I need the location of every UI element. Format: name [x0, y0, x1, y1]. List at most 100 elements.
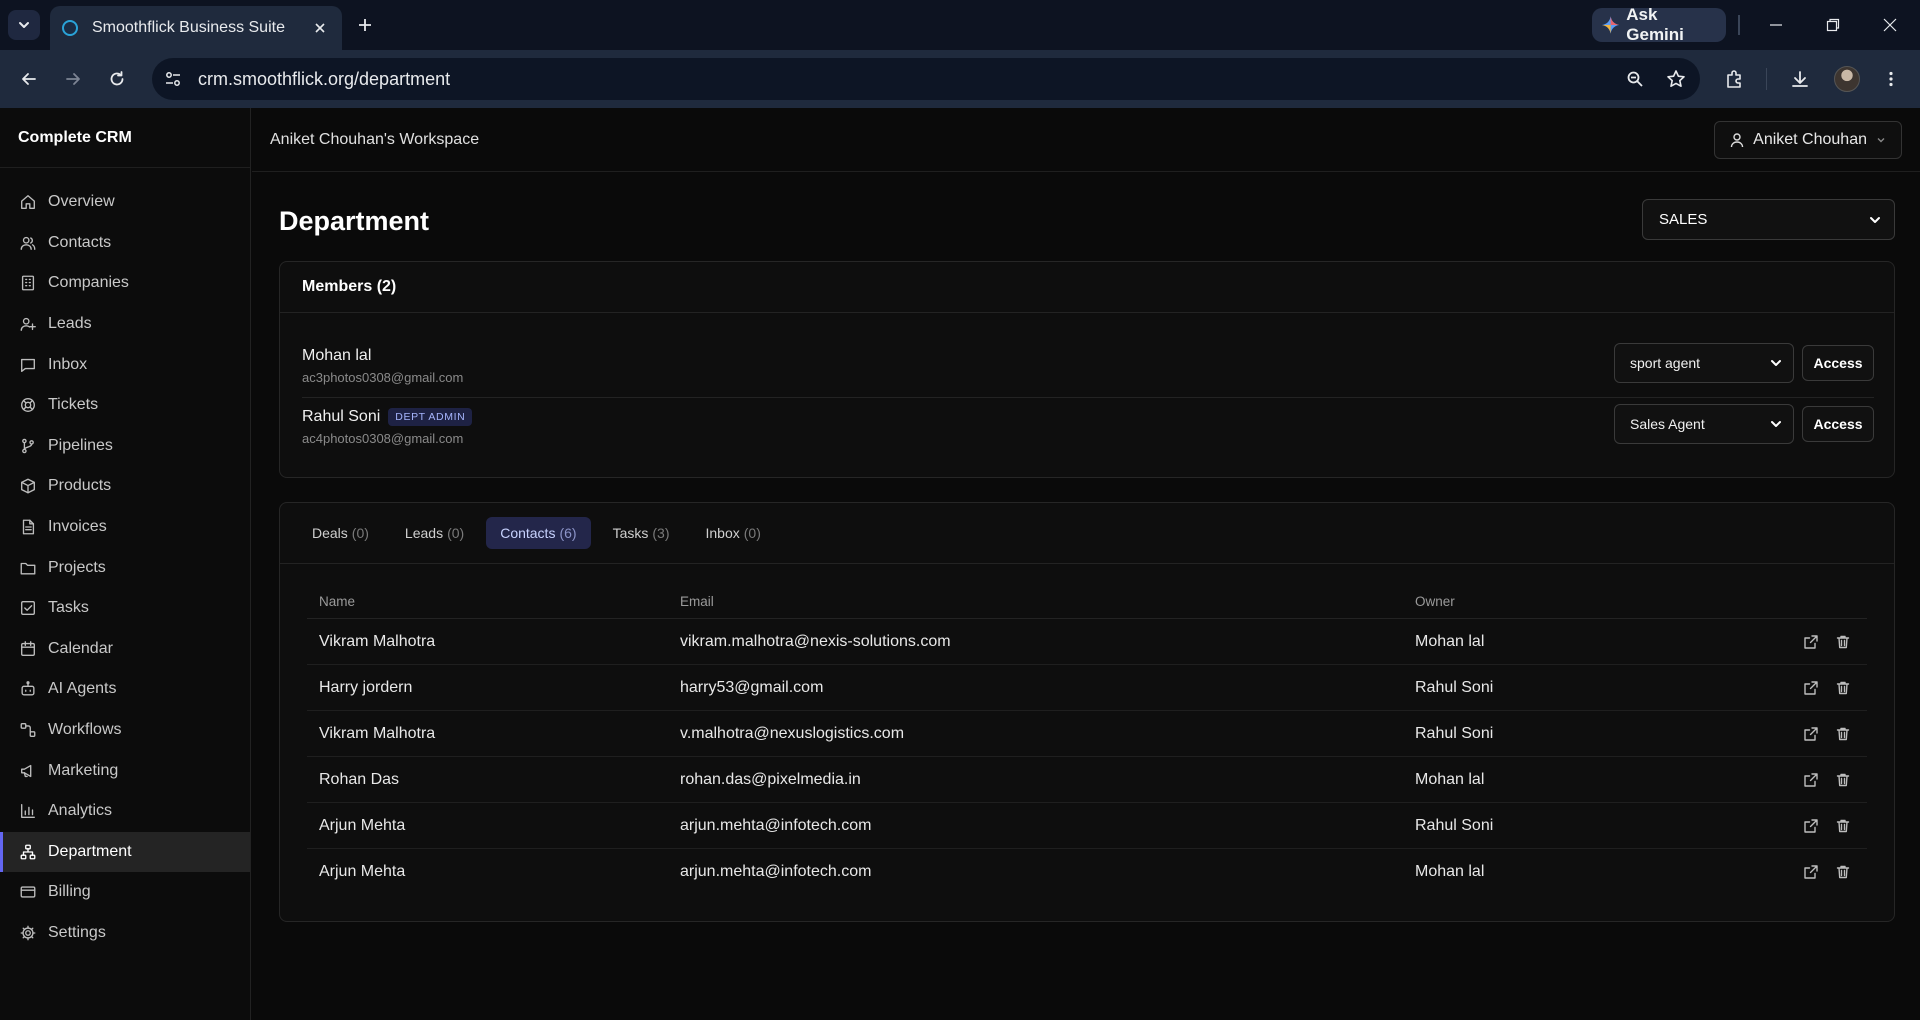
sidebar-item-department[interactable]: Department [0, 831, 250, 873]
sidebar-item-products[interactable]: Products [0, 466, 250, 507]
sidebar-item-leads[interactable]: Leads [0, 304, 250, 345]
bar-chart-icon [18, 801, 38, 821]
minimize-button[interactable] [1756, 10, 1796, 40]
contact-owner: Mohan lal [1415, 863, 1485, 880]
trash-icon[interactable] [1833, 816, 1853, 836]
open-external-icon[interactable] [1801, 816, 1821, 836]
open-external-icon[interactable] [1801, 770, 1821, 790]
extensions-button[interactable] [1720, 64, 1750, 94]
main-content: Aniket Chouhan's Workspace Aniket Chouha… [252, 108, 1920, 1020]
restore-button[interactable] [1813, 10, 1853, 40]
trash-icon[interactable] [1833, 770, 1853, 790]
sidebar-item-label: Billing [48, 883, 91, 901]
profile-button[interactable] [1832, 64, 1862, 94]
sidebar: Complete CRM Overview Contacts Companies Le… [0, 108, 251, 1020]
package-icon [18, 476, 38, 496]
tab-contacts[interactable]: Contacts (6) [486, 517, 591, 549]
table-row[interactable]: Vikram Malhotra vikram.malhotra@nexis-sol… [307, 619, 1867, 665]
sidebar-item-ai-agents[interactable]: AI Agents [0, 669, 250, 710]
workspace-name: Aniket Chouhan's Workspace [270, 130, 480, 148]
sidebar-item-pipelines[interactable]: Pipelines [0, 426, 250, 467]
sidebar-item-tickets[interactable]: Tickets [0, 385, 250, 426]
member-role-select[interactable]: sport agent [1614, 343, 1794, 383]
arrow-right-icon [66, 73, 80, 85]
sidebar-item-label: Settings [48, 923, 106, 941]
sidebar-item-billing[interactable]: Billing [0, 872, 250, 913]
trash-icon[interactable] [1833, 862, 1853, 882]
tab-title: Smoothflick Business Suite [92, 19, 285, 36]
sidebar-item-calendar[interactable]: Calendar [0, 629, 250, 670]
sidebar-item-workflows[interactable]: Workflows [0, 710, 250, 751]
contact-name: Arjun Mehta [319, 816, 406, 834]
sidebar-item-invoices[interactable]: Invoices [0, 507, 250, 548]
tab-leads[interactable]: Leads (0) [391, 517, 478, 549]
downloads-button[interactable] [1785, 64, 1815, 94]
bookmark-star-icon[interactable] [1659, 62, 1693, 96]
member-row: Mohan lal ac3photos0308@gmail.com sport ag… [302, 337, 1874, 397]
trash-icon[interactable] [1833, 632, 1853, 652]
member-access-button[interactable]: Access [1802, 345, 1874, 381]
tab-tasks[interactable]: Tasks (3) [599, 517, 684, 549]
contact-email: arjun.mehta@infotech.com [680, 863, 872, 880]
department-select[interactable]: SALES [1642, 199, 1895, 240]
contact-name: Vikram Malhotra [319, 632, 436, 650]
member-email: ac4photos0308@gmail.com [302, 431, 464, 446]
profile-avatar [1834, 66, 1860, 92]
sidebar-item-settings[interactable]: Settings [0, 913, 250, 954]
browser-menu-button[interactable] [1876, 64, 1906, 94]
sidebar-item-contacts[interactable]: Contacts [0, 223, 250, 264]
trash-icon[interactable] [1833, 678, 1853, 698]
sidebar-item-label: Workflows [48, 721, 122, 739]
forward-button[interactable] [58, 64, 88, 94]
members-card: Members (2) Mohan lal ac3photos0308@gmail… [279, 261, 1895, 478]
file-text-icon [18, 517, 38, 537]
minimize-icon [1770, 24, 1782, 26]
topbar: Aniket Chouhan's Workspace Aniket Chouha… [252, 108, 1920, 172]
tab-search-button[interactable] [8, 10, 40, 40]
sidebar-item-inbox[interactable]: Inbox [0, 344, 250, 385]
table-row[interactable]: Arjun Mehta arjun.mehta@infotech.com Rahul… [307, 803, 1867, 849]
open-external-icon[interactable] [1801, 862, 1821, 882]
open-external-icon[interactable] [1801, 632, 1821, 652]
tab-label: Tasks [612, 525, 649, 541]
sidebar-item-label: Pipelines [48, 436, 113, 454]
plus-icon [359, 19, 371, 31]
new-tab-button[interactable] [352, 12, 378, 38]
close-window-button[interactable] [1870, 10, 1910, 40]
contact-name: Arjun Mehta [319, 863, 406, 880]
table-row[interactable]: Arjun Mehta arjun.mehta@infotech.com Mohan… [307, 849, 1867, 895]
site-info-icon[interactable] [156, 62, 190, 96]
member-access-button[interactable]: Access [1802, 406, 1874, 442]
table-row[interactable]: Rohan Das rohan.das@pixelmedia.in Mohan la… [307, 757, 1867, 803]
open-external-icon[interactable] [1801, 724, 1821, 744]
tab-deals[interactable]: Deals (0) [298, 517, 383, 549]
browser-tab[interactable]: Smoothflick Business Suite [50, 6, 342, 50]
url-text[interactable]: crm.smoothflick.org/department [198, 69, 1618, 90]
table-row[interactable]: Harry jordern harry53@gmail.com Rahul Soni [307, 665, 1867, 711]
sidebar-item-marketing[interactable]: Marketing [0, 750, 250, 791]
ask-gemini-button[interactable]: Ask Gemini [1592, 5, 1726, 44]
contact-email: vikram.malhotra@nexis-solutions.com [680, 632, 951, 650]
sidebar-item-projects[interactable]: Projects [0, 547, 250, 588]
reload-icon [110, 71, 124, 86]
sidebar-item-analytics[interactable]: Analytics [0, 791, 250, 832]
user-menu-button[interactable]: Aniket Chouhan [1714, 121, 1902, 159]
chevron-down-icon [1877, 138, 1885, 143]
tab-close-button[interactable] [310, 18, 330, 38]
sidebar-item-label: Overview [48, 193, 115, 211]
sidebar-item-label: Products [48, 477, 112, 495]
zoom-icon[interactable] [1618, 62, 1652, 96]
table-row[interactable]: Vikram Malhotra v.malhotra@nexuslogistics… [307, 711, 1867, 757]
tab-inbox[interactable]: Inbox (0) [692, 517, 775, 549]
reload-button[interactable] [102, 64, 132, 94]
sidebar-item-companies[interactable]: Companies [0, 263, 250, 304]
column-header-email: Email [680, 594, 714, 609]
member-role-select[interactable]: Sales Agent [1614, 404, 1794, 444]
brand-logo[interactable]: Complete CRM [0, 108, 250, 168]
open-external-icon[interactable] [1801, 678, 1821, 698]
sidebar-item-overview[interactable]: Overview [0, 182, 250, 223]
trash-icon[interactable] [1833, 724, 1853, 744]
address-bar[interactable]: crm.smoothflick.org/department [152, 58, 1700, 100]
back-button[interactable] [14, 64, 44, 94]
sidebar-item-tasks[interactable]: Tasks [0, 588, 250, 629]
